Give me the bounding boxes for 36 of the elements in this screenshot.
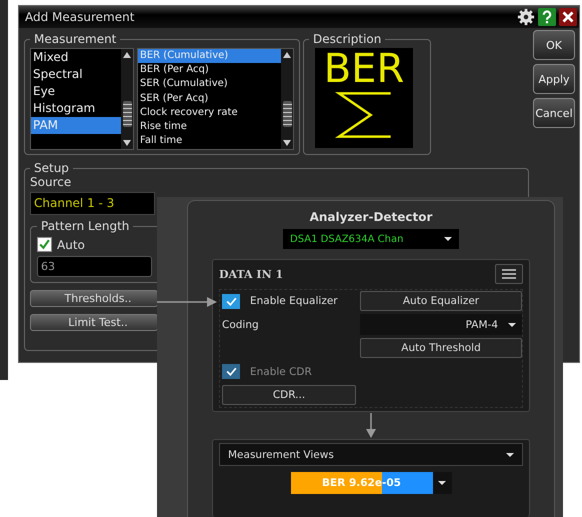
list-item[interactable]: Mixed [31, 49, 121, 66]
panel-title: Analyzer-Detector [310, 210, 432, 224]
auto-equalizer-button[interactable]: Auto Equalizer [360, 291, 522, 311]
coding-dropdown[interactable]: PAM-4 [360, 314, 522, 335]
source-label: Source [30, 175, 72, 189]
window-title: Add Measurement [25, 10, 134, 24]
group-label: Description [312, 32, 382, 46]
checkbox-label: Enable Equalizer [250, 295, 338, 307]
group-label: Setup [33, 161, 70, 175]
auto-threshold-button[interactable]: Auto Threshold [360, 338, 522, 358]
list-item[interactable]: BER (Per Acq) [138, 63, 281, 78]
description-title: BER [324, 48, 404, 90]
group-label: Measurement [33, 32, 118, 46]
device-dropdown[interactable]: DSA1 DSAZ634A Chan [283, 229, 459, 249]
dialog-button[interactable]: Apply [533, 64, 575, 94]
views-dropdown[interactable]: Measurement Views [219, 443, 523, 466]
list-item[interactable]: Eye [31, 83, 121, 100]
list-item[interactable]: Fall time [138, 134, 281, 148]
source-field[interactable]: Channel 1 - 3 [30, 192, 155, 215]
list-item[interactable]: Spectral [31, 66, 121, 83]
group-label: Pattern Length [40, 219, 130, 233]
list-item[interactable]: SER (Per Acq) [138, 92, 281, 106]
cdr-button[interactable]: CDR... [222, 385, 356, 405]
checkbox-label: Enable CDR [250, 366, 312, 378]
list-item[interactable]: Histogram [31, 100, 121, 117]
list-item[interactable]: Rise time [138, 120, 281, 134]
list-item[interactable]: Clock recovery rate [138, 106, 281, 120]
section-title: DATA IN 1 [219, 268, 284, 280]
list-item[interactable]: SER (Cumulative) [138, 77, 281, 92]
pattern-length-field[interactable]: 63 [37, 256, 152, 277]
setup-button[interactable]: Limit Test.. [30, 314, 158, 331]
coding-label: Coding [222, 318, 259, 330]
checkbox-label: Auto [57, 238, 85, 252]
dialog-button[interactable]: OK [533, 30, 575, 60]
dialog-button[interactable]: Cancel [533, 98, 575, 128]
setup-button[interactable]: Thresholds.. [30, 290, 158, 307]
